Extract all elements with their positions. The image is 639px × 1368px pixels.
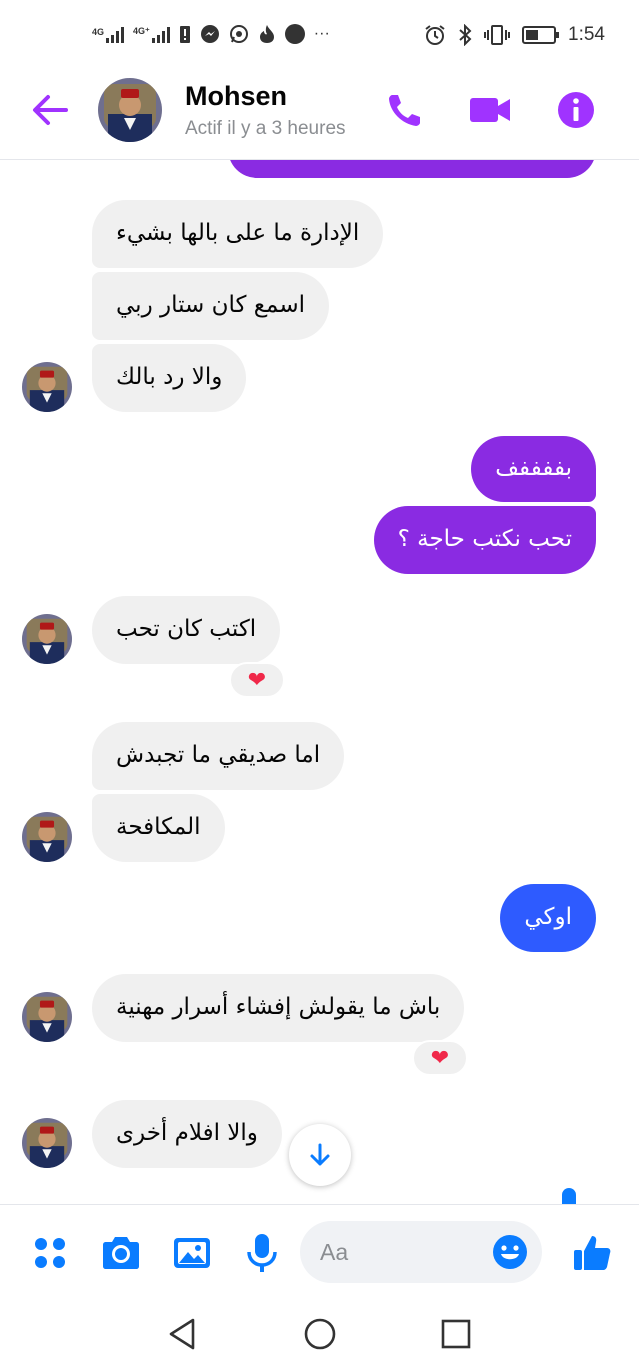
bluetooth-icon [459,24,472,46]
status-left-icons: 4G 4G⁺ ··· [92,24,330,44]
back-arrow-icon[interactable] [30,92,70,128]
emoji-icon[interactable] [492,1234,528,1270]
message-text: بففففف [495,455,572,482]
more-notifications-icon: ··· [313,25,330,42]
message-bubble-incoming[interactable]: اسمع كان ستار ربي [92,272,329,340]
heart-reaction[interactable]: ❤ [412,1040,468,1076]
camera-icon[interactable] [99,1231,143,1275]
contact-avatar-small[interactable] [22,812,72,862]
message-bubble-incoming[interactable]: والا افلام أخرى [92,1100,282,1168]
whatsapp-icon [229,25,248,43]
message-text: المكافحة [116,814,201,841]
phone-app-icon [284,24,305,44]
heart-reaction[interactable]: ❤ [229,662,285,698]
messenger-icon [200,25,219,43]
contact-active-status: Actif il y a 3 heures [185,118,346,139]
message-bubble-outgoing[interactable]: بففففف [471,436,596,502]
message-text: اكتب كان تحب [116,616,257,643]
battery-icon [522,26,560,44]
seen-indicator [562,1188,576,1204]
message-bubble-incoming[interactable]: اما صديقي ما تجبدش [92,722,345,790]
battery-alert-icon [179,26,190,43]
contact-avatar-small[interactable] [22,1118,72,1168]
message-text: اوكي [524,904,572,931]
message-text: والا رد بالك [116,364,223,391]
message-text: والا افلام أخرى [116,1120,258,1147]
microphone-icon[interactable] [240,1231,284,1275]
signal-icon: 4G⁺ [133,25,170,43]
message-bubble-incoming[interactable]: باش ما يقولش إفشاء أسرار مهنية [92,974,465,1042]
info-icon[interactable] [554,88,598,132]
status-bar: 4G 4G⁺ ··· 1:54 [0,0,639,72]
contact-avatar-small[interactable] [22,614,72,664]
message-text: اما صديقي ما تجبدش [116,742,321,769]
arrow-down-icon [310,1143,330,1166]
recents-square-icon[interactable] [436,1314,476,1354]
message-bubble-incoming[interactable]: الإدارة ما على بالها بشيء [92,200,384,268]
contact-avatar-small[interactable] [22,992,72,1042]
status-time: 1:54 [568,24,605,45]
alarm-icon [425,25,445,45]
contact-avatar-small[interactable] [22,362,72,412]
contact-avatar[interactable] [98,78,162,142]
message-bubble-outgoing[interactable]: اوكي [500,884,596,952]
message-bubble-outgoing[interactable]: تحب نكتب حاجة ؟ [373,506,596,574]
chat-header: Mohsen Actif il y a 3 heures [0,72,639,160]
message-text: اسمع كان ستار ربي [116,292,305,319]
message-composer [0,1204,639,1300]
gallery-icon[interactable] [170,1231,214,1275]
vibrate-icon [484,25,511,45]
scroll-to-bottom-button[interactable] [289,1124,351,1186]
network-type-label: 4G⁺ [133,26,150,36]
message-bubble-incoming[interactable]: اكتب كان تحب [92,596,281,664]
apps-icon[interactable] [28,1231,72,1275]
network-type-label: 4G [92,27,105,37]
avatar-image [98,78,162,142]
status-right-icons: 1:54 [424,24,605,46]
message-text: باش ما يقولش إفشاء أسرار مهنية [116,994,441,1021]
contact-name[interactable]: Mohsen [185,81,287,112]
video-call-icon[interactable] [468,88,512,132]
message-input-container[interactable] [300,1221,542,1283]
thumbs-up-icon[interactable] [570,1231,614,1275]
home-circle-icon[interactable] [300,1314,340,1354]
message-input[interactable] [320,1236,490,1268]
message-text: تحب نكتب حاجة ؟ [397,526,572,553]
signal-icon: 4G [92,25,125,43]
back-triangle-icon[interactable] [163,1314,203,1354]
message-bubble-incoming[interactable]: المكافحة [92,794,225,862]
message-text: الإدارة ما على بالها بشيء [116,220,360,247]
system-navigation-bar [0,1300,639,1368]
heart-icon: ❤ [247,667,267,693]
message-bubble-incoming[interactable]: والا رد بالك [92,344,247,412]
voice-call-icon[interactable] [383,88,427,132]
heart-icon: ❤ [430,1045,450,1071]
tinder-icon [259,25,274,43]
